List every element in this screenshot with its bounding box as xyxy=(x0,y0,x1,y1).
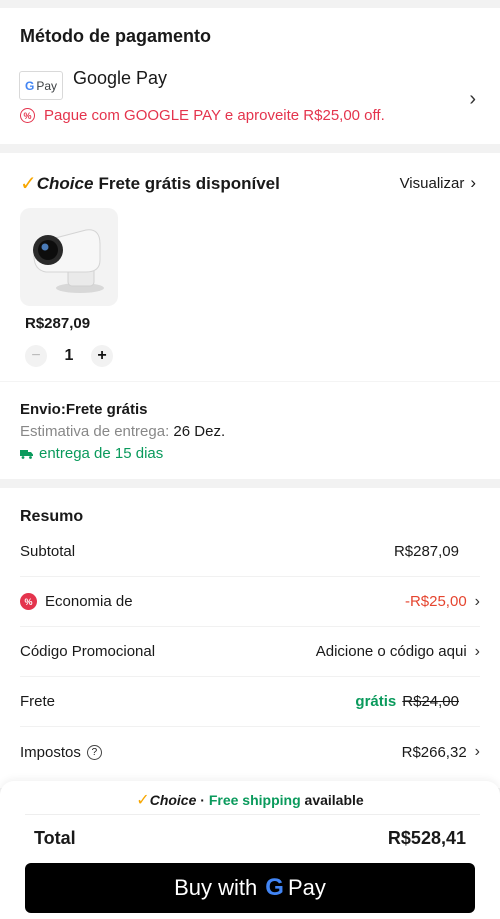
order-item-card: ✓ Choice Frete grátis disponível Visuali… xyxy=(0,153,500,479)
savings-row[interactable]: % Economia de -R$25,00 › xyxy=(20,577,480,627)
choice-label: Choice xyxy=(36,173,94,193)
shipping-cost-value-group: grátis R$24,00 xyxy=(355,693,459,710)
google-g-icon: G xyxy=(24,78,35,93)
summary-title: Resumo xyxy=(20,508,84,525)
delivery-estimate: Estimativa de entrega: 26 Dez. xyxy=(20,423,225,440)
google-pay-badge-text: Pay xyxy=(36,78,58,93)
savings-label: Economia de xyxy=(45,593,133,610)
choice-check-icon: ✓ xyxy=(20,173,37,195)
chevron-right-icon[interactable]: › xyxy=(469,88,476,111)
projector-icon xyxy=(33,229,104,293)
promo-code-label: Código Promocional xyxy=(20,643,156,660)
buy-with-google-pay-button[interactable]: Buy with G Pay xyxy=(25,863,475,913)
truck-icon xyxy=(20,449,33,459)
quantity-stepper: − 1 + xyxy=(25,345,113,367)
taxes-row[interactable]: Impostos ? R$266,32 › xyxy=(20,727,480,777)
product-image[interactable] xyxy=(20,208,118,306)
quantity-value: 1 xyxy=(64,347,74,364)
subtotal-value: R$287,09 xyxy=(393,543,459,560)
checkout-bar: ✓Choice · Free shipping available Total … xyxy=(0,781,500,919)
delivery-estimate-date: 26 Dez. xyxy=(173,423,226,440)
available-text: available xyxy=(300,792,364,808)
subtotal-row: Subtotal R$287,09 xyxy=(20,527,480,577)
savings-label-group: % Economia de xyxy=(20,593,133,610)
taxes-label-group: Impostos ? xyxy=(20,744,102,761)
chevron-right-icon: › xyxy=(474,592,480,610)
subtotal-label: Subtotal xyxy=(20,543,76,560)
shipping-cost-label: Frete xyxy=(20,693,56,710)
promo-code-row[interactable]: Código Promocional Adicione o código aqu… xyxy=(20,627,480,677)
summary-card: Resumo Subtotal R$287,09 % Economia de -… xyxy=(0,488,500,788)
google-g-icon: G xyxy=(265,874,284,901)
view-link[interactable]: Visualizar › xyxy=(400,173,476,193)
choice-free-shipping-banner: ✓Choice · Free shipping available xyxy=(0,790,500,810)
separator-dot: · xyxy=(196,792,209,808)
buy-button-pay: Pay xyxy=(287,875,326,900)
payment-promo: % Pague com GOOGLE PAY e aproveite R$25,… xyxy=(20,107,385,124)
choice-check-icon: ✓ xyxy=(136,792,150,809)
shipping-original-cost: R$24,00 xyxy=(402,693,459,710)
google-pay-logo-icon: G Pay xyxy=(19,71,63,100)
payment-method-name[interactable]: Google Pay xyxy=(73,68,167,89)
promo-code-value-group: Adicione o código aqui › xyxy=(316,643,480,661)
shipping-method: Envio:Frete grátis xyxy=(20,401,148,418)
delivery-time: entrega de 15 dias xyxy=(20,445,163,462)
chevron-right-icon: › xyxy=(474,743,480,760)
shipping-cost-value: grátis xyxy=(355,693,397,710)
delivery-estimate-label: Estimativa de entrega: xyxy=(20,423,170,440)
payment-method-title: Método de pagamento xyxy=(20,26,212,46)
total-value: R$528,41 xyxy=(387,828,466,848)
increase-quantity-button[interactable]: + xyxy=(91,345,113,367)
discount-icon: % xyxy=(20,108,35,123)
chevron-right-icon: › xyxy=(470,173,476,192)
total-label: Total xyxy=(34,828,76,848)
chevron-right-icon: › xyxy=(474,642,480,660)
shipping-cost-row: Frete grátis R$24,00 xyxy=(20,677,480,727)
choice-shipping-heading: ✓ Choice Frete grátis disponível xyxy=(20,171,280,196)
help-icon[interactable]: ? xyxy=(86,744,102,760)
decrease-quantity-button[interactable]: − xyxy=(25,345,47,367)
divider xyxy=(25,814,480,815)
choice-label: Choice xyxy=(149,792,197,808)
taxes-value: R$266,32 xyxy=(401,743,467,761)
discount-icon: % xyxy=(20,593,37,610)
promo-code-value: Adicione o código aqui xyxy=(315,643,467,660)
taxes-value-group: R$266,32 › xyxy=(402,743,480,761)
payment-promo-text: Pague com GOOGLE PAY e aproveite R$25,00… xyxy=(44,107,385,124)
buy-button-prefix: Buy with xyxy=(174,875,258,900)
savings-value-group: -R$25,00 › xyxy=(405,593,480,611)
taxes-label: Impostos xyxy=(20,743,81,761)
savings-value: -R$25,00 xyxy=(404,593,467,610)
payment-method-card: Método de pagamento G Pay Google Pay % P… xyxy=(0,8,500,144)
product-price: R$287,09 xyxy=(25,315,91,332)
view-link-label: Visualizar xyxy=(399,174,465,192)
delivery-days: entrega de 15 dias xyxy=(39,445,164,462)
divider xyxy=(0,381,500,382)
free-shipping-headline: Frete grátis disponível xyxy=(98,173,280,193)
free-shipping-text: Free shipping xyxy=(208,792,301,808)
